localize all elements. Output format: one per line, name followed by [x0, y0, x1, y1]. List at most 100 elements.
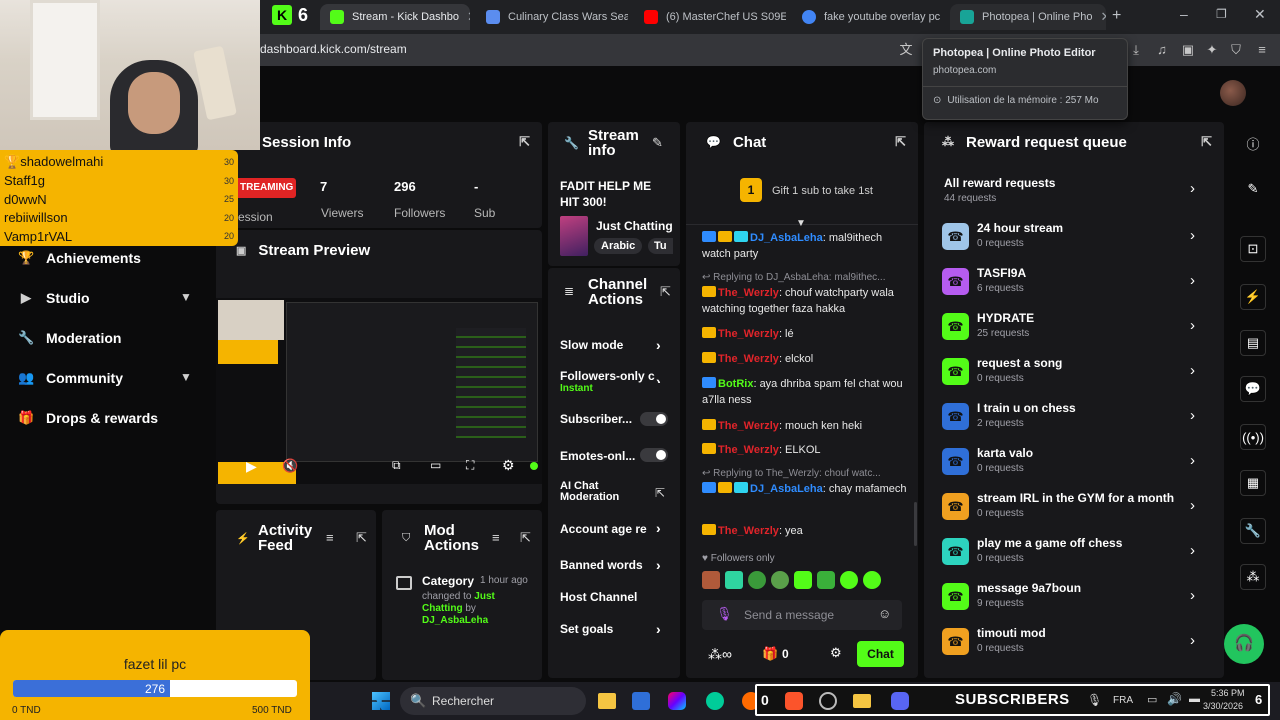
copilot-icon[interactable]	[668, 692, 686, 710]
chat-username[interactable]: DJ_AsbaLeha	[750, 232, 823, 244]
gift-badge[interactable]: 1	[740, 178, 762, 202]
broadcast-icon[interactable]: ((•))	[1240, 424, 1266, 450]
chat-username[interactable]: The_Werzly	[718, 525, 779, 537]
windows-start-icon[interactable]	[372, 692, 390, 710]
brave-icon[interactable]	[785, 692, 803, 710]
subscriber-only-toggle[interactable]	[640, 412, 668, 426]
music-icon[interactable]: ♫	[1154, 42, 1170, 58]
scroll-arrow-icon[interactable]: ▼	[796, 218, 806, 229]
screen-icon[interactable]: ⊡	[1240, 236, 1266, 262]
followers-only-item[interactable]: Followers-only c ›	[560, 369, 670, 383]
reward-item[interactable]: ☎ timouti mod 0 requests ›	[942, 624, 1212, 664]
shield-icon[interactable]: ⛉	[1228, 42, 1244, 58]
tag-tunisia[interactable]: Tu	[648, 238, 673, 254]
notification-count[interactable]: 6	[1255, 692, 1262, 707]
file-explorer-icon[interactable]	[598, 693, 616, 709]
download-icon[interactable]: ⤓	[1128, 42, 1144, 58]
sidebar-item-community[interactable]: 👥 Community	[18, 370, 123, 386]
edit-icon[interactable]: ✎	[652, 135, 663, 151]
info-icon[interactable]: ⓘ	[1240, 130, 1266, 156]
emoji-icon[interactable]: ☺	[878, 606, 891, 621]
settings-icon[interactable]: ⚙	[502, 457, 515, 474]
emote-icon[interactable]	[817, 571, 835, 589]
external-link-icon[interactable]: ⇱	[655, 486, 665, 500]
chat-username[interactable]: DJ_AsbaLeha	[750, 483, 823, 495]
wrench-icon[interactable]: 🔧	[1240, 518, 1266, 544]
chat-username[interactable]: The_Werzly	[718, 328, 779, 340]
emote-icon[interactable]	[794, 571, 812, 589]
emote-bar[interactable]	[702, 571, 902, 589]
discord-icon[interactable]	[891, 692, 909, 710]
reward-item[interactable]: ☎ TASFI9A 6 requests ›	[942, 264, 1212, 304]
emote-icon[interactable]	[840, 571, 858, 589]
close-icon[interactable]: ✕	[467, 9, 470, 25]
rewards-icon[interactable]: ⁂	[1240, 564, 1266, 590]
gift-icon[interactable]: 🎁	[762, 646, 778, 662]
popout-icon[interactable]: ⇱	[356, 530, 367, 546]
sidebar-icon[interactable]: ▣	[1180, 42, 1196, 58]
search-box[interactable]: 🔍 Rechercher	[400, 687, 586, 715]
mic-icon[interactable]: 🎙	[716, 606, 733, 622]
edit-icon[interactable]: ✎	[1240, 176, 1266, 202]
bolt-icon[interactable]: ⚡	[1240, 284, 1266, 310]
minimize-icon[interactable]: –	[1180, 6, 1188, 22]
chat-username[interactable]: The_Werzly	[718, 420, 779, 432]
clock-time[interactable]: 5:36 PM	[1211, 688, 1245, 698]
tab-photopea[interactable]: Photopea | Online Pho ✕	[950, 4, 1106, 30]
chat-input[interactable]: 🎙 Send a message ☺	[702, 600, 902, 630]
clock-date[interactable]: 3/30/2026	[1203, 701, 1243, 711]
close-window-icon[interactable]: ✕	[1254, 6, 1266, 23]
emotes-only-toggle[interactable]	[640, 448, 668, 462]
reward-item[interactable]: ☎ request a song 0 requests ›	[942, 354, 1212, 394]
ai-moderation-item[interactable]: AI Chat Moderation	[560, 481, 634, 503]
edge-icon[interactable]	[706, 692, 724, 710]
emote-icon[interactable]	[771, 571, 789, 589]
url-field[interactable]: dashboard.kick.com/stream	[260, 42, 407, 56]
users-icon[interactable]: ⁂∞	[708, 646, 732, 663]
emote-icon[interactable]	[702, 571, 720, 589]
reward-item[interactable]: ☎ 24 hour stream 0 requests ›	[942, 219, 1212, 259]
mute-icon[interactable]: 🔇	[282, 458, 298, 474]
maximize-icon[interactable]: ❐	[1216, 7, 1227, 21]
reward-item[interactable]: ☎ play me a game off chess 0 requests ›	[942, 534, 1212, 574]
tab-fake-overlay[interactable]: fake youtube overlay pc	[792, 4, 944, 30]
chat-username[interactable]: BotRix	[718, 378, 753, 390]
account-age-item[interactable]: Account age re ›	[560, 522, 670, 536]
all-rewards-item[interactable]: All reward requests 44 requests ›	[944, 174, 1210, 210]
layout-icon[interactable]: ▦	[1240, 470, 1266, 496]
scrollbar[interactable]	[914, 502, 917, 546]
chat-username[interactable]: The_Werzly	[718, 287, 779, 299]
wifi-icon[interactable]: ▭	[1147, 693, 1157, 706]
reward-item[interactable]: ☎ stream IRL in the GYM for a month 0 requ…	[942, 489, 1212, 529]
chat-username[interactable]: The_Werzly	[718, 444, 779, 456]
chevron-down-icon[interactable]: ▼	[180, 290, 192, 304]
reward-item[interactable]: ☎ HYDRATE 25 requests ›	[942, 309, 1212, 349]
emote-icon[interactable]	[863, 571, 881, 589]
gift-text[interactable]: Gift 1 sub to take 1st	[772, 185, 873, 197]
emotes-only-item[interactable]: Emotes-onl...	[560, 449, 635, 463]
language-indicator[interactable]: FRA	[1113, 695, 1133, 706]
new-tab-icon[interactable]: +	[1112, 7, 1121, 25]
tag-arabic[interactable]: Arabic	[594, 238, 643, 254]
stream-preview-video[interactable]: ▶ 🔇 ⧉ ▭ ⛶ ⚙	[216, 298, 542, 484]
set-goals-item[interactable]: Set goals ›	[560, 621, 661, 637]
volume-icon[interactable]: 🔊	[1167, 692, 1182, 706]
support-button[interactable]: 🎧	[1224, 624, 1264, 664]
extensions-icon[interactable]: ✦	[1204, 42, 1220, 58]
app-icon[interactable]	[819, 692, 837, 710]
close-icon[interactable]: ✕	[1101, 9, 1107, 25]
sidebar-item-achievements[interactable]: 🏆 Achievements	[18, 250, 141, 266]
fullscreen-icon[interactable]: ⛶	[466, 458, 474, 473]
host-channel-item[interactable]: Host Channel	[560, 590, 637, 604]
chat-username[interactable]: The_Werzly	[718, 353, 779, 365]
emote-icon[interactable]	[725, 571, 743, 589]
subscriber-only-item[interactable]: Subscriber...	[560, 412, 632, 426]
tab-masterchef[interactable]: (6) MasterChef US S09E01	[634, 4, 786, 30]
tab-culinary[interactable]: Culinary Class Wars Seaso	[476, 4, 628, 30]
popout-icon[interactable]: ⇱	[520, 530, 531, 546]
chat-icon[interactable]: 💬	[1240, 376, 1266, 402]
filter-icon[interactable]: ≡	[492, 530, 500, 545]
document-icon[interactable]: ▤	[1240, 330, 1266, 356]
battery-icon[interactable]: ▬	[1189, 693, 1200, 705]
app-icon[interactable]	[632, 692, 650, 710]
